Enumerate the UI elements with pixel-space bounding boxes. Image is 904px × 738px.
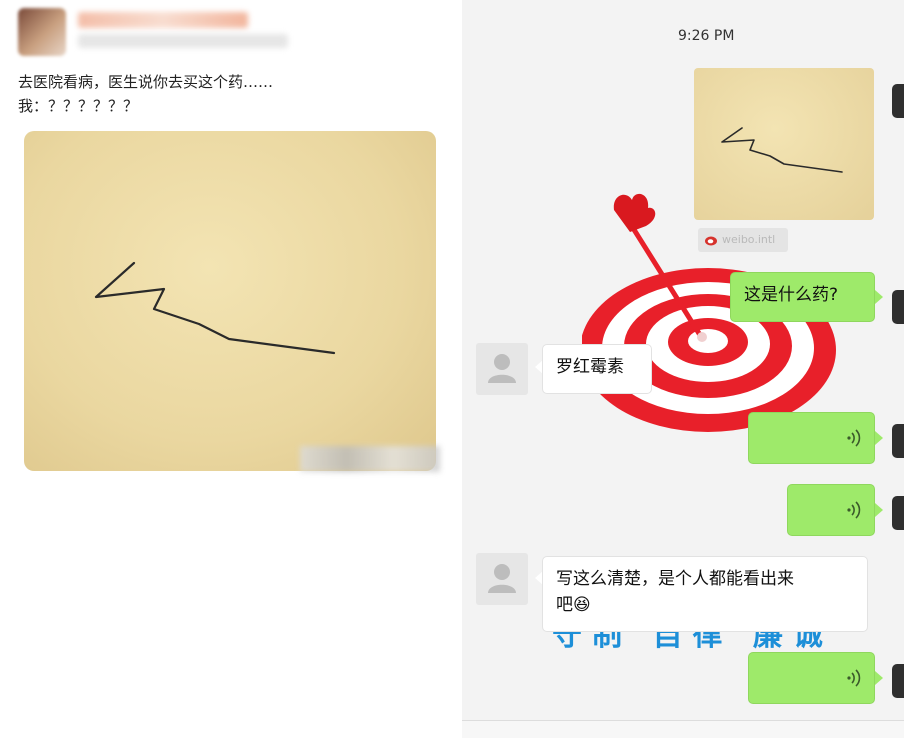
voice-message-icon [847, 501, 861, 519]
photo-watermark-blurred [300, 446, 440, 472]
received-message-2-line1: 写这么清楚，是个人都能看出来 [556, 569, 794, 589]
default-avatar-icon [488, 354, 516, 383]
received-message-2[interactable]: 写这么清楚，是个人都能看出来 吧😆 [542, 556, 868, 632]
prescription-photo[interactable] [24, 131, 436, 471]
contact-avatar[interactable] [476, 343, 528, 395]
bubble-tail [875, 671, 883, 685]
chat-input-bar[interactable] [462, 720, 904, 738]
default-avatar-icon [488, 564, 516, 593]
post-meta-blurred [78, 34, 288, 48]
bubble-tail [875, 290, 883, 304]
poster-name-blurred[interactable] [78, 12, 248, 28]
scribble-image [94, 261, 336, 355]
self-avatar[interactable] [892, 664, 904, 698]
post-caption-line2: 我：？？？？？？ [18, 97, 139, 115]
received-message-1[interactable]: 罗红霉素 [542, 344, 652, 394]
poster-avatar-blurred[interactable] [18, 8, 66, 56]
received-message-2-line2: 吧😆 [556, 595, 591, 615]
bubble-tail [875, 503, 883, 517]
sent-message-question-text: 这是什么药? [744, 285, 839, 305]
chat-screen: 9:26 PM weibo.intl 这是什么药? 罗红霉素 守制 自律 廉诚 … [462, 0, 904, 738]
self-avatar[interactable] [892, 496, 904, 530]
sent-message-question[interactable]: 这是什么药? [730, 272, 875, 322]
post-caption-line1: 去医院看病，医生说你去买这个药…… [18, 73, 274, 91]
received-message-1-text: 罗红霉素 [556, 357, 624, 377]
self-avatar[interactable] [892, 84, 904, 118]
voice-message-icon [847, 669, 861, 687]
bubble-tail [875, 431, 883, 445]
self-avatar[interactable] [892, 424, 904, 458]
self-avatar[interactable] [892, 290, 904, 324]
message-timestamp: 9:26 PM [678, 28, 735, 44]
social-post: 去医院看病，医生说你去买这个药…… 我：？？？？？？ [0, 0, 460, 737]
voice-message-icon [847, 429, 861, 447]
contact-avatar[interactable] [476, 553, 528, 605]
post-caption: 去医院看病，医生说你去买这个药…… 我：？？？？？？ [18, 70, 273, 118]
